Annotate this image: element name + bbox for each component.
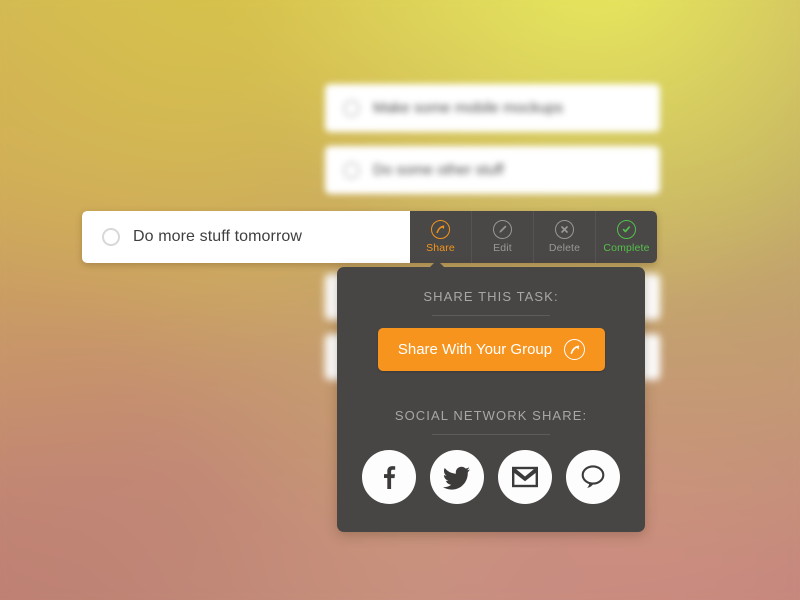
delete-button-label: Delete — [548, 242, 581, 254]
delete-button[interactable]: Delete — [533, 211, 595, 263]
twitter-share-button[interactable] — [430, 450, 484, 504]
background-task-row[interactable]: Make some mobile mockups — [325, 84, 660, 132]
comment-icon — [580, 464, 606, 490]
comment-share-button[interactable] — [566, 450, 620, 504]
background-task-row[interactable]: Do some other stuff — [325, 146, 660, 194]
share-button-label: Share — [426, 242, 455, 254]
facebook-share-button[interactable] — [362, 450, 416, 504]
share-panel: SHARE THIS TASK: Share With Your Group S… — [337, 260, 645, 532]
share-task-section: SHARE THIS TASK: — [337, 289, 645, 316]
background-task-label: Do some other stuff — [373, 161, 504, 179]
share-arrow-icon — [431, 220, 450, 239]
social-share-section: SOCIAL NETWORK SHARE: — [337, 408, 645, 435]
task-checkbox[interactable] — [343, 100, 360, 117]
share-with-group-label: Share With Your Group — [397, 341, 553, 358]
edit-button-label: Edit — [493, 242, 512, 254]
section-divider — [432, 434, 550, 435]
edit-button[interactable]: Edit — [471, 211, 533, 263]
close-x-icon — [555, 220, 574, 239]
task-card[interactable]: Do more stuff tomorrow — [82, 211, 410, 263]
email-icon — [512, 466, 538, 488]
share-task-title: SHARE THIS TASK: — [423, 289, 559, 304]
complete-button-label: Complete — [603, 242, 650, 254]
share-button[interactable]: Share — [410, 211, 471, 263]
twitter-icon — [443, 464, 471, 490]
share-with-group-button[interactable]: Share With Your Group — [378, 328, 605, 371]
task-action-bar: Share Edit Delete Complete — [410, 211, 657, 263]
social-button-row — [337, 450, 645, 504]
facebook-icon — [376, 464, 402, 490]
task-checkbox[interactable] — [102, 228, 120, 246]
checkmark-icon — [617, 220, 636, 239]
complete-button[interactable]: Complete — [595, 211, 657, 263]
app-screen: Make some mobile mockups Do some other s… — [0, 0, 800, 600]
social-share-title: SOCIAL NETWORK SHARE: — [394, 408, 588, 423]
share-arrow-icon — [564, 339, 586, 360]
panel-caret — [429, 260, 445, 268]
active-task-label: Do more stuff tomorrow — [133, 228, 303, 245]
email-share-button[interactable] — [498, 450, 552, 504]
pencil-icon — [493, 220, 512, 239]
background-task-label: Make some mobile mockups — [373, 99, 564, 117]
task-checkbox[interactable] — [343, 162, 360, 179]
section-divider — [432, 315, 550, 316]
active-task-row[interactable]: Do more stuff tomorrow Share Edit Delete… — [82, 211, 657, 263]
